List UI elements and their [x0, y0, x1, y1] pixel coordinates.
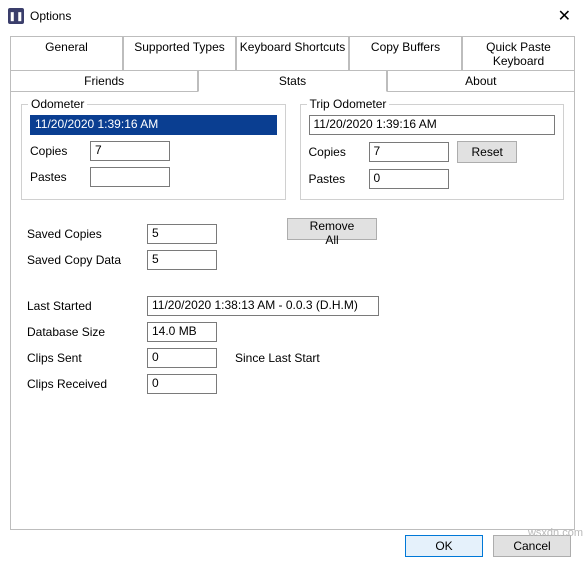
ok-button[interactable]: OK [405, 535, 483, 557]
tab-about[interactable]: About [387, 70, 575, 92]
trip-title: Trip Odometer [307, 97, 390, 111]
clips-received-value[interactable]: 0 [147, 374, 217, 394]
tab-quick-paste-keyboard[interactable]: Quick Paste Keyboard [462, 36, 575, 71]
odometer-pastes-value[interactable] [90, 167, 170, 187]
trip-copies-label: Copies [309, 145, 369, 159]
reset-button[interactable]: Reset [457, 141, 517, 163]
tab-supported-types[interactable]: Supported Types [123, 36, 236, 71]
since-last-start-label: Since Last Start [235, 351, 320, 365]
trip-pastes-label: Pastes [309, 172, 369, 186]
saved-copy-data-value[interactable]: 5 [147, 250, 217, 270]
trip-copies-value[interactable]: 7 [369, 142, 449, 162]
remove-all-button[interactable]: Remove All [287, 218, 377, 240]
tab-general[interactable]: General [10, 36, 123, 71]
clips-received-label: Clips Received [27, 377, 147, 391]
tab-keyboard-shortcuts[interactable]: Keyboard Shortcuts [236, 36, 349, 71]
saved-copy-data-label: Saved Copy Data [27, 253, 147, 267]
watermark: wsxdn.com [528, 527, 583, 539]
window-title: Options [30, 9, 552, 23]
app-icon: ❚❚ [8, 8, 24, 24]
saved-copies-label: Saved Copies [27, 227, 147, 241]
close-icon[interactable]: ✕ [552, 6, 577, 26]
last-started-value[interactable]: 11/20/2020 1:38:13 AM - 0.0.3 (D.H.M) [147, 296, 379, 316]
database-size-value[interactable]: 14.0 MB [147, 322, 217, 342]
odometer-pastes-label: Pastes [30, 170, 90, 184]
trip-pastes-value[interactable]: 0 [369, 169, 449, 189]
tab-friends[interactable]: Friends [10, 70, 198, 92]
trip-odometer-group: Trip Odometer 11/20/2020 1:39:16 AM Copi… [300, 104, 565, 200]
saved-copies-value[interactable]: 5 [147, 224, 217, 244]
odometer-copies-label: Copies [30, 144, 90, 158]
database-size-label: Database Size [27, 325, 147, 339]
clips-sent-value[interactable]: 0 [147, 348, 217, 368]
odometer-copies-value[interactable]: 7 [90, 141, 170, 161]
clips-sent-label: Clips Sent [27, 351, 147, 365]
odometer-group: Odometer 11/20/2020 1:39:16 AM Copies 7 … [21, 104, 286, 200]
trip-date[interactable]: 11/20/2020 1:39:16 AM [309, 115, 556, 135]
odometer-title: Odometer [28, 97, 87, 111]
last-started-label: Last Started [27, 299, 147, 313]
odometer-date[interactable]: 11/20/2020 1:39:16 AM [30, 115, 277, 135]
tab-copy-buffers[interactable]: Copy Buffers [349, 36, 462, 71]
tab-stats[interactable]: Stats [198, 70, 386, 92]
